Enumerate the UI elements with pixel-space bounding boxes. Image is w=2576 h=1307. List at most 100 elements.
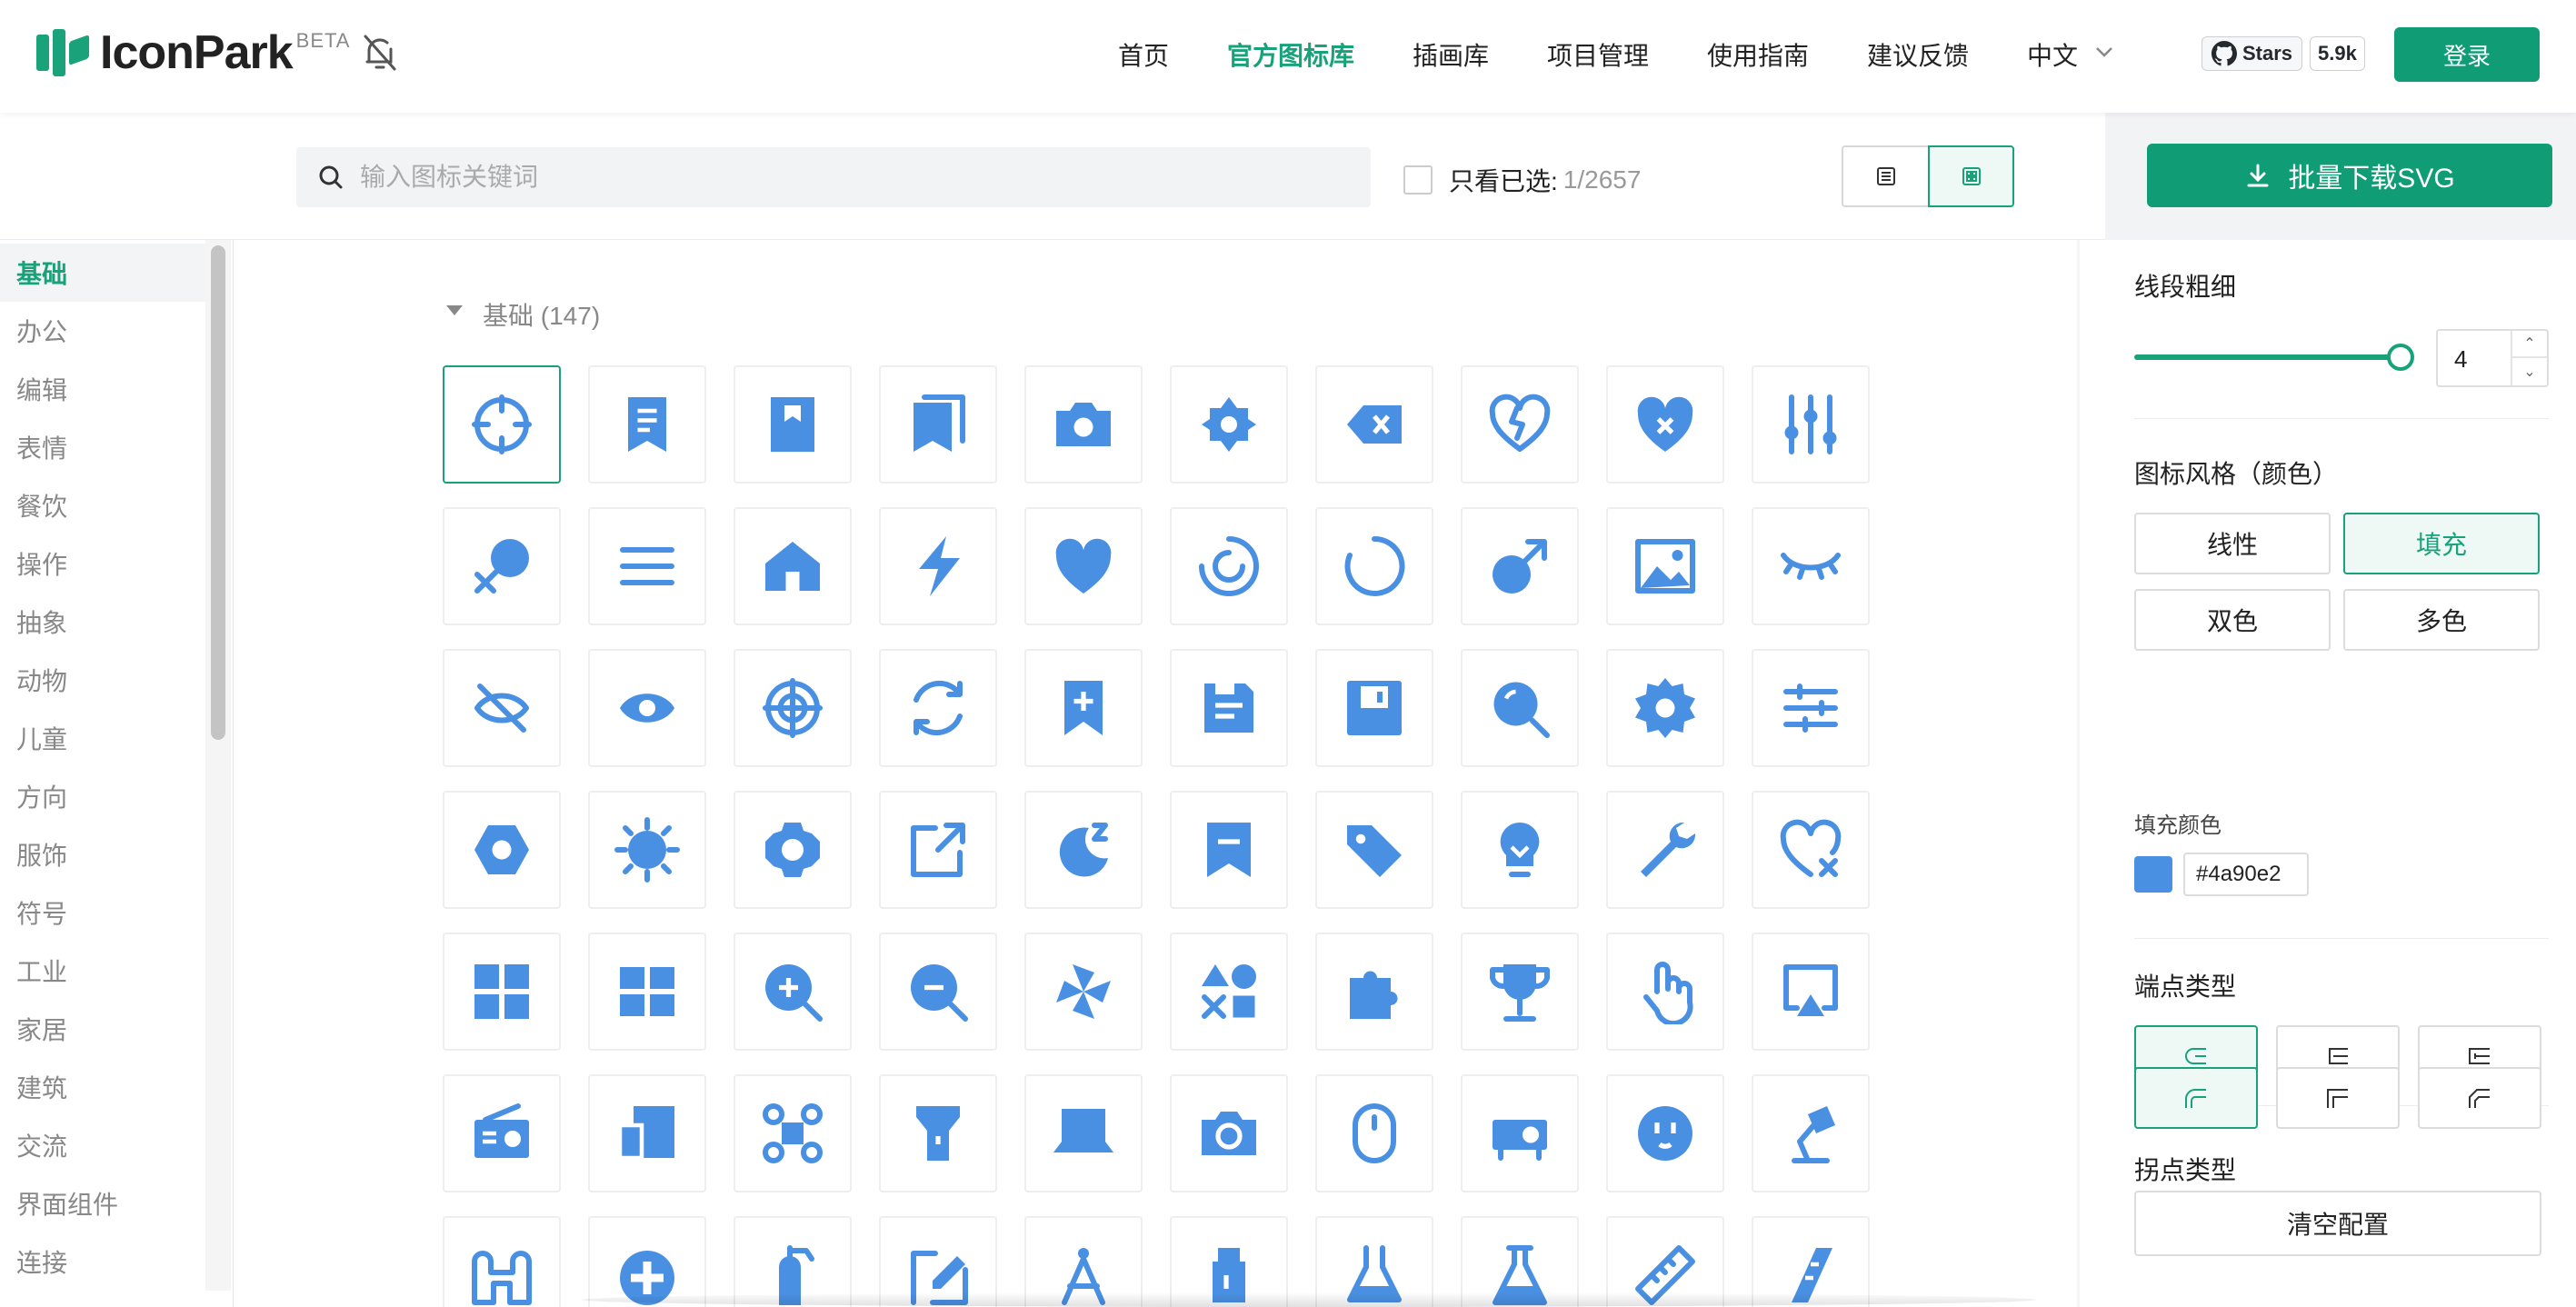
icon-card[interactable] — [1752, 507, 1870, 625]
sidebar-item-food[interactable]: 餐饮 — [16, 487, 67, 524]
icon-card[interactable] — [1170, 791, 1288, 909]
style-filled-button[interactable]: 填充 — [2343, 513, 2540, 574]
github-stars-count[interactable]: 5.9k — [2310, 36, 2365, 71]
stroke-width-slider-knob[interactable] — [2387, 344, 2414, 371]
icon-card[interactable] — [1315, 507, 1433, 625]
grid-view-button[interactable] — [1928, 145, 2014, 207]
icon-card[interactable] — [1606, 791, 1724, 909]
icon-card[interactable] — [588, 1074, 706, 1192]
clear-config-button[interactable]: 清空配置 — [2134, 1191, 2541, 1256]
icon-card[interactable] — [1461, 791, 1579, 909]
icon-card[interactable] — [1170, 1074, 1288, 1192]
icon-card[interactable] — [879, 1074, 997, 1192]
icon-card[interactable] — [1315, 365, 1433, 484]
search-input[interactable] — [360, 163, 1269, 192]
nav-icon-library[interactable]: 官方图标库 — [1227, 36, 1354, 73]
stepper-up-icon[interactable]: ⌃ — [2511, 331, 2547, 358]
icon-card[interactable] — [588, 933, 706, 1051]
icon-card[interactable] — [588, 365, 706, 484]
icon-card[interactable] — [443, 365, 561, 484]
icon-card[interactable] — [1752, 365, 1870, 484]
iconpark-logo[interactable]: IconPark BETA — [36, 27, 350, 78]
sidebar-item-office[interactable]: 办公 — [16, 313, 67, 349]
icon-card[interactable] — [734, 791, 852, 909]
icon-card[interactable] — [1606, 365, 1724, 484]
icon-card[interactable] — [588, 649, 706, 767]
sidebar-item-communication[interactable]: 交流 — [16, 1127, 67, 1163]
sidebar-item-children[interactable]: 儿童 — [16, 720, 67, 756]
style-multi-color-button[interactable]: 多色 — [2343, 589, 2540, 651]
stroke-width-slider[interactable] — [2134, 354, 2403, 360]
icon-card[interactable] — [734, 933, 852, 1051]
sidebar-item-ui-components[interactable]: 界面组件 — [16, 1185, 118, 1222]
sidebar-item-abstract[interactable]: 抽象 — [16, 604, 67, 640]
bell-off-icon[interactable] — [362, 33, 398, 73]
icon-card[interactable] — [588, 791, 706, 909]
icon-card[interactable] — [1024, 507, 1143, 625]
language-select[interactable]: 中文 — [2027, 36, 2078, 73]
icon-card[interactable] — [879, 365, 997, 484]
nav-feedback[interactable]: 建议反馈 — [1867, 36, 1969, 73]
icon-card[interactable] — [443, 1074, 561, 1192]
sidebar-item-direction[interactable]: 方向 — [16, 778, 67, 814]
icon-card[interactable] — [1461, 933, 1579, 1051]
icon-card[interactable] — [1315, 933, 1433, 1051]
sidebar-item-clothes[interactable]: 服饰 — [16, 836, 67, 873]
sidebar-item-edit[interactable]: 编辑 — [16, 371, 67, 407]
icon-card[interactable] — [1024, 649, 1143, 767]
nav-usage-guide[interactable]: 使用指南 — [1707, 36, 1809, 73]
fill-color-swatch[interactable] — [2134, 856, 2172, 893]
join-bevel-button[interactable] — [2418, 1067, 2541, 1129]
icon-card[interactable] — [1024, 365, 1143, 484]
icon-card[interactable] — [1461, 649, 1579, 767]
sidebar-item-animal[interactable]: 动物 — [16, 662, 67, 698]
icon-card[interactable] — [1752, 1074, 1870, 1192]
icon-card[interactable] — [1461, 365, 1579, 484]
icon-card[interactable] — [1606, 1074, 1724, 1192]
icon-card[interactable] — [734, 365, 852, 484]
sidebar-item-connection[interactable]: 连接 — [16, 1243, 67, 1280]
icon-card[interactable] — [443, 1216, 561, 1307]
icon-card[interactable] — [1315, 1074, 1433, 1192]
github-stars-button[interactable]: Stars — [2202, 36, 2303, 71]
icon-card[interactable] — [1315, 791, 1433, 909]
sidebar-item-emoji[interactable]: 表情 — [16, 429, 67, 465]
main-scroll-track[interactable] — [2077, 240, 2080, 1307]
icon-card[interactable] — [443, 507, 561, 625]
icon-card[interactable] — [1024, 1074, 1143, 1192]
style-outline-button[interactable]: 线性 — [2134, 513, 2331, 574]
stepper-down-icon[interactable]: ⌄ — [2511, 358, 2547, 385]
icon-card[interactable] — [1752, 649, 1870, 767]
icon-card[interactable] — [1170, 933, 1288, 1051]
github-stars-widget[interactable]: Stars 5.9k — [2202, 36, 2365, 71]
sidebar-item-operation[interactable]: 操作 — [16, 545, 67, 582]
chevron-down-icon[interactable] — [2094, 45, 2114, 58]
sidebar-item-home[interactable]: 家居 — [16, 1011, 67, 1047]
icon-card[interactable] — [879, 933, 997, 1051]
group-header[interactable]: 基础 (147) — [446, 296, 600, 333]
icon-card[interactable] — [1606, 933, 1724, 1051]
icon-card[interactable] — [1606, 649, 1724, 767]
icon-card[interactable] — [734, 649, 852, 767]
icon-card[interactable] — [1752, 791, 1870, 909]
list-view-button[interactable] — [1842, 145, 1928, 207]
fill-color-input[interactable]: #4a90e2 — [2183, 853, 2309, 896]
icon-card[interactable] — [879, 507, 997, 625]
icon-card[interactable] — [1606, 507, 1724, 625]
icon-card[interactable] — [1170, 649, 1288, 767]
nav-project-management[interactable]: 项目管理 — [1547, 36, 1649, 73]
only-selected-filter[interactable]: 只看已选: 1/2657 — [1403, 162, 1641, 198]
icon-card[interactable] — [1024, 933, 1143, 1051]
icon-card[interactable] — [734, 507, 852, 625]
icon-card[interactable] — [1461, 507, 1579, 625]
sidebar-item-building[interactable]: 建筑 — [16, 1069, 67, 1105]
join-miter-button[interactable] — [2276, 1067, 2400, 1129]
only-selected-checkbox[interactable] — [1403, 165, 1433, 195]
icon-card[interactable] — [1024, 791, 1143, 909]
sidebar-item-basic[interactable]: 基础 — [16, 254, 67, 291]
sidebar-item-industry[interactable]: 工业 — [16, 953, 67, 989]
stroke-width-stepper[interactable]: 4 ⌃ ⌄ — [2436, 329, 2549, 387]
join-round-button[interactable] — [2134, 1067, 2258, 1129]
icon-card[interactable] — [1170, 507, 1288, 625]
icon-card[interactable] — [443, 791, 561, 909]
